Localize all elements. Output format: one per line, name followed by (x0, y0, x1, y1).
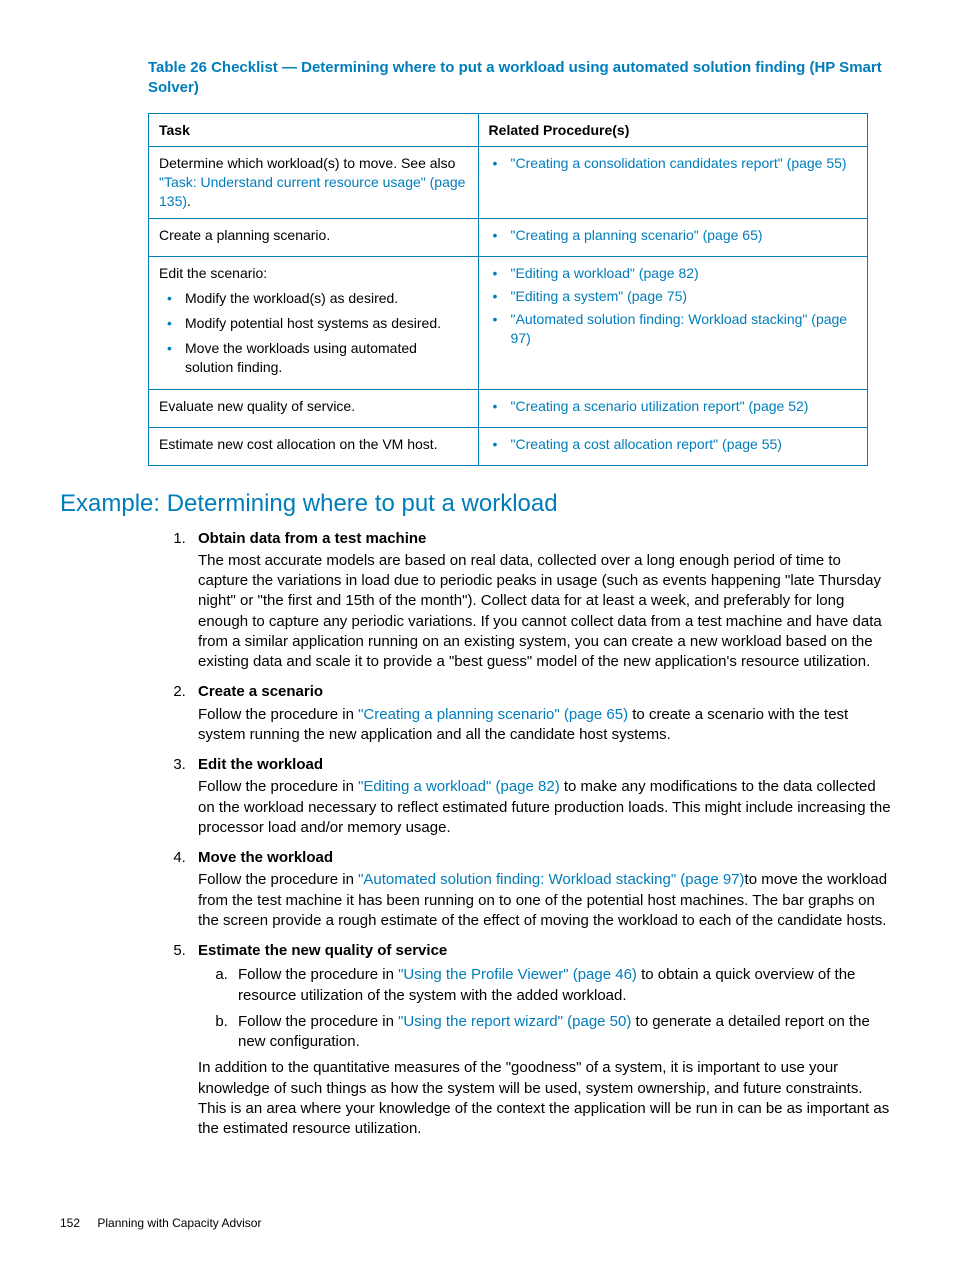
link[interactable]: "Automated solution finding: Workload st… (358, 871, 744, 888)
step-body: The most accurate models are based on re… (198, 551, 894, 673)
link[interactable]: "Using the Profile Viewer" (page 46) (398, 966, 637, 983)
text: The most accurate models are based on re… (198, 552, 882, 670)
list-item: Modify the workload(s) as desired. (181, 289, 468, 308)
list-item: "Automated solution finding: Workload st… (507, 310, 857, 348)
table-row: Edit the scenario: Modify the workload(s… (149, 256, 868, 389)
text: In addition to the quantitative measures… (198, 1059, 889, 1137)
page-content: Table 26 Checklist — Determining where t… (0, 0, 954, 1139)
text: Move the workloads using automated solut… (185, 340, 417, 375)
related-cell: "Creating a consolidation candidates rep… (478, 147, 867, 219)
table-row: Estimate new cost allocation on the VM h… (149, 428, 868, 466)
related-cell: "Creating a cost allocation report" (pag… (478, 428, 867, 466)
text: Modify the workload(s) as desired. (185, 290, 398, 306)
related-cell: "Creating a scenario utilization report"… (478, 390, 867, 428)
example-heading: Example: Determining where to put a work… (60, 488, 894, 520)
related-cell: "Creating a planning scenario" (page 65) (478, 219, 867, 257)
step-tail: In addition to the quantitative measures… (198, 1058, 894, 1139)
step-title: Edit the workload (198, 755, 894, 775)
link[interactable]: "Creating a planning scenario" (page 65) (511, 227, 763, 243)
step-title: Obtain data from a test machine (198, 529, 894, 549)
text: Estimate new cost allocation on the VM h… (159, 436, 438, 452)
link[interactable]: "Automated solution finding: Workload st… (511, 311, 848, 346)
link[interactable]: "Creating a cost allocation report" (pag… (511, 436, 782, 452)
steps-list: Obtain data from a test machine The most… (168, 529, 894, 1140)
step-body: Follow the procedure in "Automated solut… (198, 870, 894, 931)
step-title: Create a scenario (198, 682, 894, 702)
link[interactable]: "Creating a scenario utilization report"… (511, 398, 809, 414)
substeps-list: Follow the procedure in "Using the Profi… (198, 965, 894, 1052)
task-cell: Determine which workload(s) to move. See… (149, 147, 479, 219)
step-item: Create a scenario Follow the procedure i… (190, 682, 894, 745)
step-title: Move the workload (198, 848, 894, 868)
text: Follow the procedure in (198, 871, 358, 888)
list-item: "Creating a scenario utilization report"… (507, 397, 857, 416)
footer-text: Planning with Capacity Advisor (97, 1216, 261, 1230)
task-cell: Create a planning scenario. (149, 219, 479, 257)
step-body: Follow the procedure in "Editing a workl… (198, 777, 894, 838)
list-item: "Creating a planning scenario" (page 65) (507, 226, 857, 245)
link[interactable]: "Editing a workload" (page 82) (358, 778, 560, 795)
text: Follow the procedure in (198, 706, 358, 723)
text: Evaluate new quality of service. (159, 398, 355, 414)
related-cell: "Editing a workload" (page 82) "Editing … (478, 256, 867, 389)
list-item: Modify potential host systems as desired… (181, 314, 468, 333)
text: Edit the scenario: (159, 264, 468, 283)
list-item: Move the workloads using automated solut… (181, 339, 468, 377)
task-cell: Edit the scenario: Modify the workload(s… (149, 256, 479, 389)
list-item: "Creating a cost allocation report" (pag… (507, 435, 857, 454)
th-task: Task (149, 113, 479, 147)
step-item: Move the workload Follow the procedure i… (190, 848, 894, 931)
list-item: "Editing a system" (page 75) (507, 287, 857, 306)
checklist-table: Task Related Procedure(s) Determine whic… (148, 113, 868, 467)
table-row: Evaluate new quality of service. "Creati… (149, 390, 868, 428)
link[interactable]: "Creating a consolidation candidates rep… (511, 155, 847, 171)
th-related: Related Procedure(s) (478, 113, 867, 147)
link[interactable]: "Creating a planning scenario" (page 65) (358, 706, 628, 723)
step-item: Obtain data from a test machine The most… (190, 529, 894, 673)
link[interactable]: "Using the report wizard" (page 50) (398, 1013, 631, 1030)
table-row: Determine which workload(s) to move. See… (149, 147, 868, 219)
text: . (187, 193, 191, 209)
text: Create a planning scenario. (159, 227, 330, 243)
substep-item: Follow the procedure in "Using the repor… (232, 1012, 894, 1053)
link[interactable]: "Editing a workload" (page 82) (511, 265, 699, 281)
list-item: "Editing a workload" (page 82) (507, 264, 857, 283)
list-item: "Creating a consolidation candidates rep… (507, 154, 857, 173)
text: Follow the procedure in (198, 778, 358, 795)
step-item: Edit the workload Follow the procedure i… (190, 755, 894, 838)
task-cell: Evaluate new quality of service. (149, 390, 479, 428)
step-item: Estimate the new quality of service Foll… (190, 941, 894, 1139)
page-footer: 152 Planning with Capacity Advisor (60, 1215, 261, 1231)
step-title: Estimate the new quality of service (198, 941, 894, 961)
table-title: Table 26 Checklist — Determining where t… (148, 58, 894, 99)
step-body: Follow the procedure in "Creating a plan… (198, 705, 894, 746)
substep-item: Follow the procedure in "Using the Profi… (232, 965, 894, 1006)
text: Determine which workload(s) to move. See… (159, 155, 455, 171)
task-cell: Estimate new cost allocation on the VM h… (149, 428, 479, 466)
text: Follow the procedure in (238, 1013, 398, 1030)
text: Modify potential host systems as desired… (185, 315, 441, 331)
link[interactable]: "Task: Understand current resource usage… (159, 174, 465, 209)
text: Follow the procedure in (238, 966, 398, 983)
page-number: 152 (60, 1216, 80, 1230)
table-row: Create a planning scenario. "Creating a … (149, 219, 868, 257)
link[interactable]: "Editing a system" (page 75) (511, 288, 687, 304)
